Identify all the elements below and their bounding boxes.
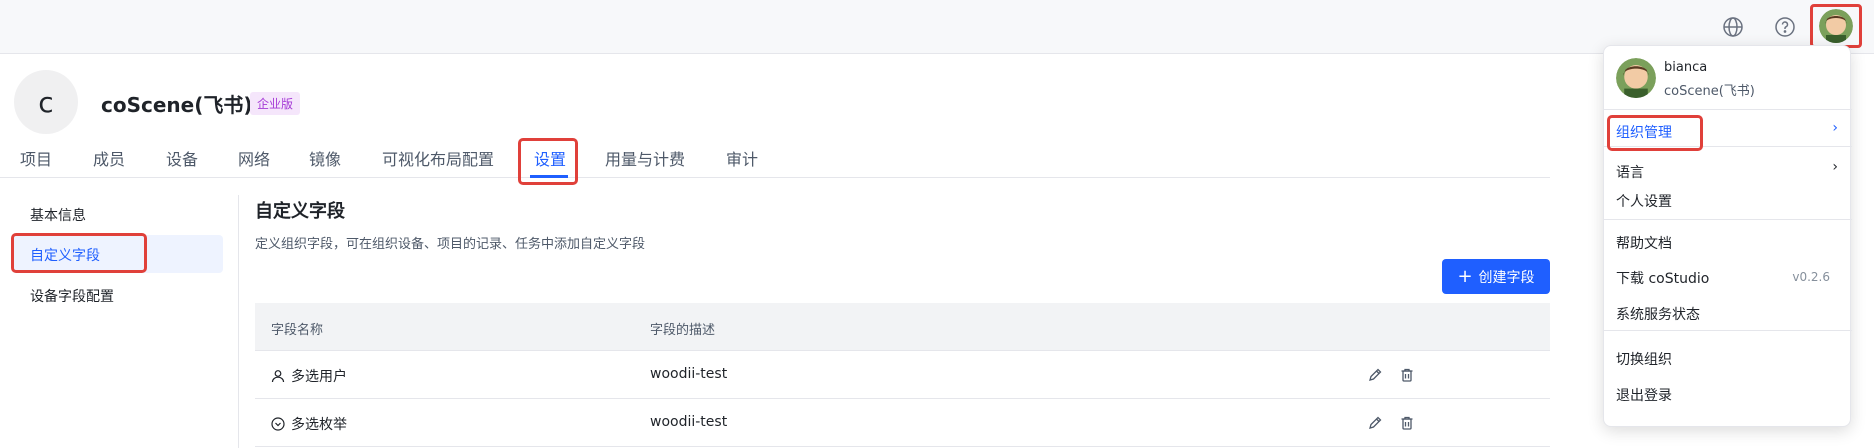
tab-layout-config[interactable]: 可视化布局配置 bbox=[382, 146, 494, 170]
tab-projects[interactable]: 项目 bbox=[20, 146, 52, 170]
field-name: 多选用户 bbox=[291, 369, 347, 385]
menu-username: bianca bbox=[1664, 60, 1708, 75]
help-icon[interactable] bbox=[1770, 12, 1800, 42]
delete-icon[interactable] bbox=[1397, 365, 1417, 385]
table-row: 多选枚举 woodii-test bbox=[255, 399, 1550, 447]
menu-item-logout[interactable]: 退出登录 bbox=[1616, 385, 1672, 405]
menu-item-system-status[interactable]: 系统服务状态 bbox=[1616, 304, 1700, 324]
menu-org-name: coScene(飞书) bbox=[1664, 84, 1755, 99]
tab-usage-billing[interactable]: 用量与计费 bbox=[605, 146, 685, 170]
menu-divider bbox=[1604, 109, 1852, 110]
sidebar-item-basic-info[interactable]: 基本信息 bbox=[13, 195, 223, 233]
costudio-version: v0.2.6 bbox=[1792, 270, 1830, 284]
menu-item-language[interactable]: 语言 bbox=[1616, 162, 1644, 182]
org-logo: c bbox=[14, 70, 78, 134]
menu-divider bbox=[1604, 330, 1852, 331]
table-header: 字段名称 字段的描述 bbox=[255, 303, 1550, 351]
table-row: 多选用户 woodii-test bbox=[255, 351, 1550, 399]
edition-badge: 企业版 bbox=[250, 92, 301, 115]
chevron-right-icon: › bbox=[1832, 120, 1838, 136]
column-field-name: 字段名称 bbox=[271, 323, 324, 338]
sidebar-custom-fields-highlight bbox=[11, 233, 147, 273]
create-field-label: 创建字段 bbox=[1478, 269, 1535, 286]
avatar bbox=[1819, 9, 1853, 43]
edit-icon[interactable] bbox=[1365, 413, 1385, 433]
tab-audit[interactable]: 审计 bbox=[726, 146, 758, 170]
globe-icon[interactable] bbox=[1718, 12, 1748, 42]
chevron-circle-icon bbox=[271, 417, 285, 431]
tab-images[interactable]: 镜像 bbox=[309, 146, 341, 170]
menu-item-help-docs[interactable]: 帮助文档 bbox=[1616, 233, 1672, 253]
section-description: 定义组织字段，可在组织设备、项目的记录、任务中添加自定义字段 bbox=[255, 237, 646, 252]
menu-divider bbox=[1604, 219, 1852, 220]
tab-settings-highlight bbox=[518, 138, 578, 185]
create-field-button[interactable]: + 创建字段 bbox=[1442, 259, 1550, 294]
field-description: woodii-test bbox=[650, 366, 728, 382]
user-icon bbox=[271, 370, 285, 383]
menu-user-info bbox=[1616, 58, 1656, 98]
sidebar-item-device-field-config[interactable]: 设备字段配置 bbox=[13, 276, 223, 314]
field-description: woodii-test bbox=[650, 414, 728, 430]
menu-org-manage-highlight bbox=[1607, 115, 1703, 151]
tab-devices[interactable]: 设备 bbox=[166, 146, 198, 170]
column-field-description: 字段的描述 bbox=[650, 323, 716, 338]
menu-item-switch-org[interactable]: 切换组织 bbox=[1616, 349, 1672, 369]
avatar bbox=[1616, 58, 1656, 98]
edit-icon[interactable] bbox=[1365, 365, 1385, 385]
org-name: coScene(飞书) bbox=[101, 93, 253, 117]
field-name: 多选枚举 bbox=[291, 417, 347, 433]
user-avatar-button[interactable] bbox=[1810, 4, 1862, 48]
menu-item-download-costudio[interactable]: 下载 coStudio bbox=[1616, 268, 1709, 288]
menu-item-personal-settings[interactable]: 个人设置 bbox=[1616, 191, 1672, 211]
tab-members[interactable]: 成员 bbox=[93, 146, 125, 170]
content-divider bbox=[238, 195, 239, 448]
tab-network[interactable]: 网络 bbox=[238, 146, 270, 170]
top-bar bbox=[0, 0, 1874, 54]
user-dropdown-menu: bianca coScene(飞书) 组织管理 › 语言 › 个人设置 帮助文档… bbox=[1603, 45, 1852, 427]
chevron-right-icon: › bbox=[1832, 159, 1838, 175]
delete-icon[interactable] bbox=[1397, 413, 1417, 433]
section-title: 自定义字段 bbox=[255, 201, 345, 222]
tab-bar: 项目 成员 设备 网络 镜像 可视化布局配置 设置 用量与计费 审计 bbox=[0, 140, 1550, 178]
plus-icon: + bbox=[1457, 265, 1473, 287]
